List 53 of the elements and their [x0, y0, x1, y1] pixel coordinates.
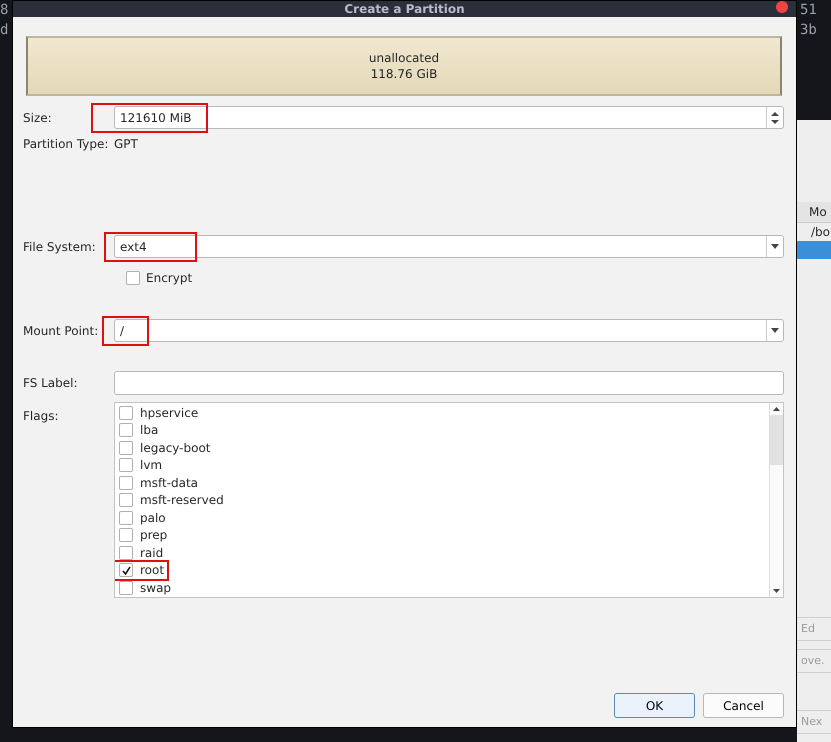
background-text: 3b — [800, 22, 817, 38]
field-label: Flags: — [23, 409, 60, 423]
ok-button[interactable]: OK — [614, 693, 695, 718]
flag-label: msft-reserved — [140, 493, 224, 508]
flag-checkbox[interactable] — [119, 423, 133, 438]
column-header: Mo — [797, 202, 831, 223]
flag-checkbox[interactable] — [119, 476, 133, 490]
flag-checkbox[interactable] — [119, 510, 133, 525]
flag-checkbox[interactable] — [119, 546, 133, 560]
flag-label: prep — [140, 528, 168, 542]
flag-label: root — [140, 563, 164, 578]
partition-size: 118.76 GiB — [370, 66, 438, 82]
partition-type-value: GPT — [114, 137, 138, 151]
partition-name: unallocated — [368, 50, 440, 66]
field-label: FS Label: — [23, 376, 79, 390]
field-label: Size: — [23, 110, 53, 124]
background-text: d — [0, 22, 8, 38]
dropdown-caret-icon — [771, 328, 779, 333]
flag-label: hpservice — [140, 406, 198, 420]
flag-checkbox[interactable] — [119, 580, 133, 595]
spin-arrows-icon — [771, 110, 779, 124]
checkbox-label: Encrypt — [146, 271, 192, 285]
scrollbar[interactable] — [769, 403, 783, 597]
cancel-button[interactable]: Cancel — [703, 693, 784, 718]
dropdown-field[interactable]: ext4 — [114, 235, 784, 258]
input-field[interactable] — [114, 371, 784, 395]
flag-checkbox[interactable] — [119, 440, 133, 455]
window-title: Create a Partition — [344, 2, 465, 16]
flag-checkbox[interactable] — [119, 458, 133, 472]
background-text: 8 — [0, 2, 8, 18]
flag-checkbox[interactable] — [119, 493, 133, 508]
scrollbar-thumb[interactable] — [770, 415, 783, 465]
close-button[interactable] — [776, 1, 788, 13]
flag-label: legacy-boot — [140, 440, 211, 455]
checkmark-icon — [122, 566, 130, 575]
table-row[interactable]: /bo — [797, 223, 831, 241]
flag-label: msft-data — [140, 476, 198, 490]
flag-label: raid — [140, 546, 164, 560]
flag-label: lvm — [140, 458, 162, 472]
flag-label: swap — [140, 580, 172, 595]
background-text: 51 — [800, 2, 817, 18]
size-spinbox[interactable]: 121610 MiB — [114, 106, 784, 129]
flag-checkbox[interactable] — [119, 563, 133, 578]
dropdown-field[interactable]: / — [114, 319, 784, 342]
field-label: Partition Type: — [23, 137, 110, 151]
field-label: File System: — [23, 240, 97, 254]
flag-label: palo — [140, 510, 166, 525]
dropdown-caret-icon — [771, 244, 779, 249]
flag-checkbox[interactable] — [119, 528, 133, 542]
encrypt-checkbox[interactable] — [126, 271, 140, 285]
field-label: Mount Point: — [23, 324, 100, 338]
flag-checkbox[interactable] — [119, 406, 133, 420]
flag-label: lba — [140, 423, 158, 438]
